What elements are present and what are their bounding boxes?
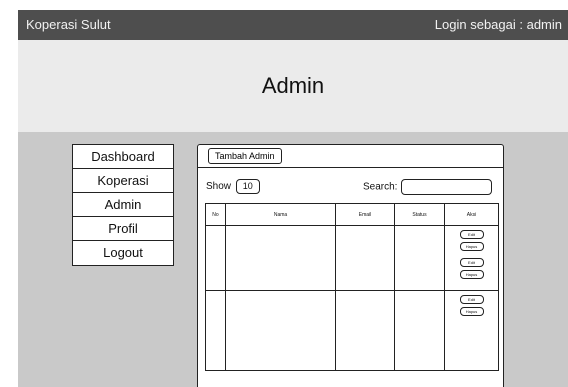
- page-title: Admin: [261, 73, 325, 98]
- cell-no: [205, 290, 226, 371]
- column-header-email: Email: [335, 203, 395, 226]
- cell-nama: [225, 290, 336, 371]
- login-status: Login sebagai : admin: [434, 17, 562, 32]
- cell-nama: [225, 225, 336, 291]
- menu-item-koperasi[interactable]: Koperasi: [73, 169, 173, 193]
- edit-button[interactable]: Edit: [459, 230, 484, 239]
- add-admin-button[interactable]: Tambah Admin: [208, 148, 282, 164]
- table-header-row: No Nama Email Status Aksi: [205, 203, 499, 226]
- edit-button[interactable]: Edit: [459, 295, 484, 304]
- admin-table: No Nama Email Status Aksi Edit Hapus Edi…: [205, 203, 499, 371]
- admin-panel: Tambah Admin Show 10 Search: No Nama Ema…: [197, 144, 504, 387]
- search-area: Search:: [363, 179, 493, 195]
- delete-button[interactable]: Hapus: [459, 307, 484, 316]
- delete-button[interactable]: Hapus: [459, 270, 484, 279]
- menu-item-dashboard[interactable]: Dashboard: [73, 145, 173, 169]
- show-label: Show: [206, 181, 232, 192]
- sidebar-menu: Dashboard Koperasi Admin Profil Logout: [72, 144, 174, 266]
- column-header-status: Status: [394, 203, 445, 226]
- edit-button[interactable]: Edit: [459, 258, 484, 267]
- cell-aksi: Edit Hapus: [444, 290, 499, 371]
- top-bar: Koperasi Sulut Login sebagai : admin: [18, 10, 568, 40]
- cell-status: [394, 290, 445, 371]
- menu-item-logout[interactable]: Logout: [73, 241, 173, 265]
- cell-email: [335, 225, 395, 291]
- show-entries-select[interactable]: 10: [235, 179, 260, 194]
- table-row: Edit Hapus: [205, 290, 499, 371]
- cell-status: [394, 225, 445, 291]
- table-row: Edit Hapus Edit Hapus: [205, 225, 499, 291]
- page-header: Admin: [18, 40, 568, 132]
- menu-item-admin[interactable]: Admin: [73, 193, 173, 217]
- column-header-aksi: Aksi: [444, 203, 499, 226]
- column-header-no: No: [205, 203, 226, 226]
- cell-email: [335, 290, 395, 371]
- search-input[interactable]: [401, 179, 493, 195]
- app-brand[interactable]: Koperasi Sulut: [26, 17, 111, 32]
- cell-no: [205, 225, 226, 291]
- delete-button[interactable]: Hapus: [459, 242, 484, 251]
- search-label: Search:: [363, 181, 398, 193]
- column-header-nama: Nama: [225, 203, 336, 226]
- panel-header: Tambah Admin: [198, 145, 503, 168]
- menu-item-profil[interactable]: Profil: [73, 217, 173, 241]
- cell-aksi: Edit Hapus Edit Hapus: [444, 225, 499, 291]
- app-frame: Koperasi Sulut Login sebagai : admin Adm…: [18, 10, 568, 387]
- show-entries: Show 10: [206, 179, 260, 194]
